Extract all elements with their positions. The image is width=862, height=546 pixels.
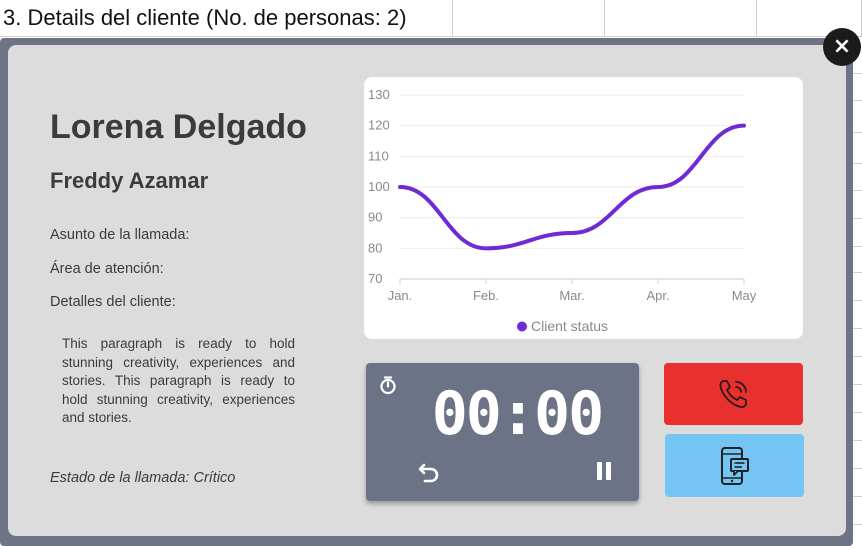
close-button[interactable]: × (823, 28, 861, 66)
y-tick-label: 90 (368, 210, 382, 225)
y-tick-label: 70 (368, 271, 382, 286)
client-details-label: Detalles del cliente: (50, 294, 176, 310)
stopwatch-icon (380, 376, 396, 395)
call-subject-label: Asunto de la llamada: (50, 227, 190, 243)
y-tick-label: 80 (368, 240, 382, 255)
close-icon: × (832, 34, 852, 59)
message-button[interactable] (665, 434, 804, 497)
call-status: Estado de la llamada: Crítico (50, 470, 236, 486)
legend-label: Client status (531, 318, 608, 334)
x-tick-label: Feb. (473, 288, 499, 303)
x-tick-label: Apr. (646, 288, 669, 303)
call-button[interactable] (664, 363, 803, 425)
phone-call-icon (719, 380, 747, 408)
sheet-header-row: 3. Details del cliente (No. de personas:… (0, 0, 862, 37)
line-chart: 70 80 90 100 110 120 130 Jan. Feb. Mar. Apr. May Cli… (368, 87, 757, 334)
sheet-cell[interactable] (605, 0, 757, 37)
legend-marker (517, 321, 527, 332)
client-status-chart: 70 80 90 100 110 120 130 Jan. Feb. Mar. Apr. May Cli… (364, 77, 803, 339)
y-tick-label: 130 (368, 87, 390, 102)
client-name: Lorena Delgado (50, 108, 307, 146)
pause-icon[interactable] (593, 459, 615, 483)
contact-name: Freddy Azamar (50, 168, 209, 193)
timer-display: 00:00 (431, 379, 605, 449)
client-details-paragraph: This paragraph is ready to hold stunning… (62, 336, 295, 425)
mobile-message-icon (720, 446, 749, 485)
y-tick-label: 100 (368, 179, 390, 194)
sheet-cell[interactable] (453, 0, 605, 37)
x-tick-label: Mar. (559, 288, 584, 303)
x-tick-label: Jan. (388, 288, 413, 303)
attention-area-label: Área de atención: (50, 261, 164, 277)
undo-icon[interactable] (416, 459, 442, 485)
x-tick-label: May (732, 288, 757, 303)
y-tick-label: 110 (368, 148, 389, 163)
y-tick-label: 120 (368, 118, 390, 133)
call-timer: 00:00 (366, 363, 639, 501)
sheet-title: 3. Details del cliente (No. de personas:… (3, 5, 407, 30)
